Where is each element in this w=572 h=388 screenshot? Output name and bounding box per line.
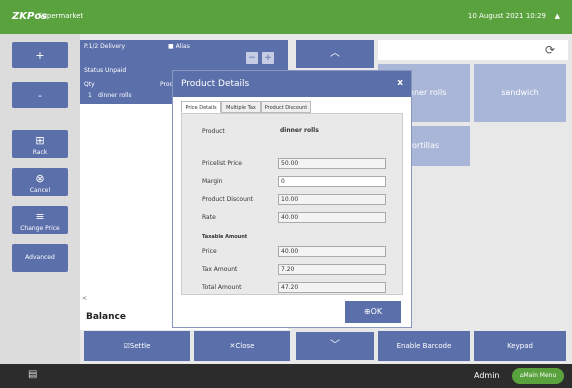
taxable-amount-header: Taxable Amount xyxy=(202,234,248,240)
dialog-titlebar: Product Details x xyxy=(173,71,411,97)
line-qty: 1 xyxy=(88,92,92,99)
subtract-button[interactable]: - xyxy=(12,82,68,108)
delivery-label: P.1/2 Delivery xyxy=(84,43,126,50)
advanced-button[interactable]: Advanced xyxy=(12,244,68,272)
total-amount-label: Total Amount xyxy=(202,284,242,291)
cancel-button[interactable]: ⊗ Cancel xyxy=(12,168,68,196)
sync-icon[interactable]: ⟳ xyxy=(536,40,564,60)
plus-icon: + xyxy=(35,49,45,62)
cancel-label: Cancel xyxy=(29,187,51,194)
tab-multiple-tax[interactable]: Multiple Tax xyxy=(221,101,261,113)
advanced-label: Advanced xyxy=(25,254,55,261)
line-product: dinner rolls xyxy=(98,92,132,99)
keypad-button[interactable]: Keypad xyxy=(474,331,566,361)
margin-field[interactable]: 0 xyxy=(278,176,386,187)
change-price-button[interactable]: ≡ Change Price xyxy=(12,206,68,234)
cancel-icon: ⊗ xyxy=(35,172,45,185)
change-price-label: Change Price xyxy=(20,225,60,232)
change-price-icon: ≡ xyxy=(35,210,45,223)
collapse-minus-button[interactable]: − xyxy=(246,52,258,64)
main-menu-button[interactable]: ⌂Main Menu xyxy=(512,368,564,384)
add-button[interactable]: + xyxy=(12,42,68,68)
footer-bar: ▤ Admin ⌂Main Menu xyxy=(0,364,572,388)
caret-up-icon[interactable]: ▲ xyxy=(555,12,560,20)
pricelist-price-label: Pricelist Price xyxy=(202,160,242,167)
rack-icon: ⊞ xyxy=(35,134,45,147)
product-sandwich[interactable]: sandwich xyxy=(474,64,566,122)
datetime-display: 10 August 2021 10:29 xyxy=(467,12,546,20)
rate-field: 40.00 xyxy=(278,212,386,223)
total-amount-field: 47.20 xyxy=(278,282,386,293)
order-status: Status Unpaid xyxy=(84,67,127,74)
top-bar: ZKPos Supermarket 10 August 2021 10:29 ▲ xyxy=(0,0,572,34)
product-discount-label: Product Discount xyxy=(202,196,254,203)
price-label: Price xyxy=(202,248,217,255)
close-icon[interactable]: x xyxy=(397,78,403,88)
scroll-up-button[interactable]: ︿ xyxy=(296,40,374,68)
tax-amount-field: 7.20 xyxy=(278,264,386,275)
left-action-column: + - ⊞ Rack ⊗ Cancel ≡ Change Price Advan… xyxy=(0,34,80,364)
scroll-left-icon[interactable]: < xyxy=(82,295,87,302)
add-order-button[interactable]: + xyxy=(262,52,274,64)
product-value: dinner rolls xyxy=(280,127,319,134)
cash-drawer-icon[interactable]: ▤ xyxy=(28,369,44,383)
price-field: 40.00 xyxy=(278,246,386,257)
product-details-dialog: Product Details x Price Details Multiple… xyxy=(172,70,412,328)
rate-label: Rate xyxy=(202,214,216,221)
product-discount-field: 10.00 xyxy=(278,194,386,205)
balance-label: Balance xyxy=(86,312,126,322)
alias-checkbox[interactable]: ■ Alias xyxy=(168,43,190,50)
price-details-panel: Product dinner rolls Pricelist Price 50.… xyxy=(181,113,403,295)
store-name: Supermarket xyxy=(38,12,84,20)
rack-button[interactable]: ⊞ Rack xyxy=(12,130,68,158)
tax-amount-label: Tax Amount xyxy=(202,266,238,273)
qty-header: Qty xyxy=(84,81,95,88)
scroll-down-button[interactable]: ﹀ xyxy=(296,332,374,360)
settle-button[interactable]: ☑Settle xyxy=(84,331,190,361)
product-label: Product xyxy=(202,128,225,135)
tab-product-discount[interactable]: Product Discount xyxy=(261,101,311,113)
tab-price-details[interactable]: Price Details xyxy=(181,101,221,113)
enable-barcode-button[interactable]: Enable Barcode xyxy=(378,331,470,361)
ok-button[interactable]: ⊕OK xyxy=(345,301,401,323)
minus-icon: - xyxy=(38,89,42,102)
margin-label: Margin xyxy=(202,178,223,185)
rack-label: Rack xyxy=(32,149,48,156)
dialog-title: Product Details xyxy=(181,79,250,89)
close-order-button[interactable]: ✕Close xyxy=(194,331,290,361)
user-name: Admin xyxy=(474,371,500,380)
pricelist-price-field: 50.00 xyxy=(278,158,386,169)
